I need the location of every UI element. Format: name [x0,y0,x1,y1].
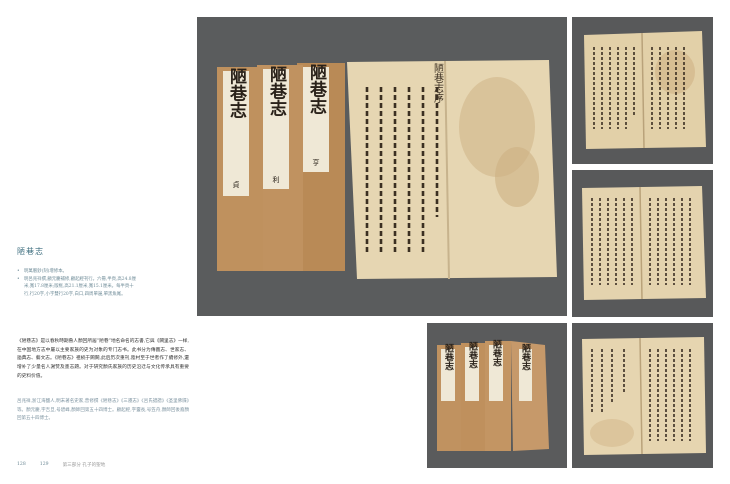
page-footer: 128 129 第三部分 孔子的聖地 [17,462,105,468]
notes-paragraph: 呂兆祥,浙江海鹽人,明末著名史家,曾修撰《陋巷志》《三遷志》《呂氏譜譜》《圣里佛… [17,399,189,421]
cover-title-3: 陋巷志 [306,63,328,114]
photo-top-right-2 [572,170,713,317]
book-photo-stack: 陋巷志 陋巷志 陋巷志 陋巷志 [427,323,567,468]
photo-main: 陋巷志序 陋巷志 陋巷志 陋巷志 亨 利 貞 [197,17,567,316]
photo-bottom-right [572,323,713,468]
book-photo-open-1 [572,17,713,164]
main-page-heading: 陋巷志序 [432,63,444,104]
cover-title-2: 陋巷志 [266,65,288,116]
book-photo-main: 陋巷志序 陋巷志 陋巷志 陋巷志 亨 利 貞 [197,17,567,316]
stack-cover-4: 陋巷志 [520,343,532,371]
body-paragraph: 《陋巷志》是以春秋時期魯人顏回所居“陋巷”地名命名的志書,它與《闕里志》一样,在… [17,339,189,379]
spec-list: 明萬曆鈔(刻)增修本。 明呂兆祥撰,顧元慶補修,顧起經刊行。六冊,半頁,高24.… [17,268,137,298]
stack-cover-3: 陋巷志 [491,339,503,367]
vol-mark-1: 貞 [233,180,240,189]
page-title: 陋巷志 [17,247,44,256]
book-photo-open-3 [572,323,713,468]
book-photo-open-2 [572,170,713,317]
stack-cover-2: 陋巷志 [467,341,479,369]
spec-item: 明呂兆祥撰,顧元慶補修,顧起經刊行。六冊,半頁,高24.8厘米,寬17.8厘米;… [17,276,137,299]
vol-mark-2: 利 [273,175,280,184]
page-number-right: 129 [39,462,49,467]
vol-mark-3: 亨 [313,158,320,167]
page-number-left: 128 [17,462,26,467]
stack-cover-1: 陋巷志 [443,343,455,371]
spec-item: 明萬曆鈔(刻)增修本。 [17,268,137,276]
photo-top-right-1 [572,17,713,164]
section-label: 第三部分 孔子的聖地 [62,463,106,468]
photo-bottom-left: 陋巷志 陋巷志 陋巷志 陋巷志 [427,323,567,468]
cover-title-1: 陋巷志 [226,67,248,118]
